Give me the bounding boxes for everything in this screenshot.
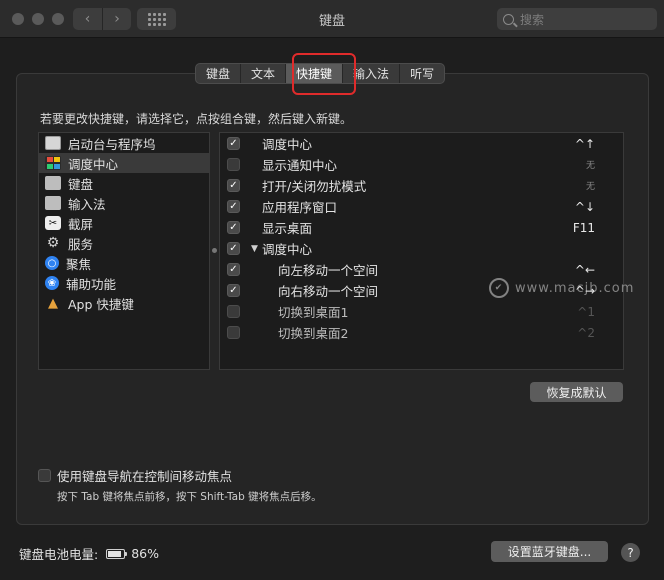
enable-checkbox[interactable]: ✓ [227, 179, 240, 192]
category-item-screenshots[interactable]: ✂ 截屏 [39, 213, 209, 233]
table-row[interactable]: 切换到桌面1 ^1 [220, 301, 623, 322]
table-row[interactable]: ✓ 显示桌面 F11 [220, 217, 623, 238]
enable-checkbox[interactable]: ✓ [227, 284, 240, 297]
input-method-icon [45, 196, 61, 210]
category-item-accessibility[interactable]: ❀ 辅助功能 [39, 273, 209, 293]
table-row[interactable]: ✓ 向左移动一个空间 ^← [220, 259, 623, 280]
mission-control-icon [45, 156, 61, 170]
tab-dictation[interactable]: 听写 [399, 64, 444, 83]
shortcut-label: 向右移动一个空间 [278, 284, 379, 299]
shortcut-key[interactable]: ^2 [577, 326, 595, 340]
category-list: 启动台与程序坞 调度中心 键盘 输入法 ✂ 截屏 ⚙ 服务 ○ 聚焦 ❀ 辅助功… [38, 132, 210, 370]
shortcut-label: 显示通知中心 [262, 158, 338, 173]
category-label: 辅助功能 [66, 276, 117, 292]
category-item-keyboard[interactable]: 键盘 [39, 173, 209, 193]
watermark: ✔ www.macjb.com [489, 278, 634, 298]
enable-checkbox[interactable]: ✓ [227, 200, 240, 213]
battery-label: 键盘电池电量: [19, 547, 99, 562]
category-item-launchpad[interactable]: 启动台与程序坞 [39, 133, 209, 153]
enable-checkbox[interactable]: ✓ [227, 263, 240, 276]
category-item-input-sources[interactable]: 输入法 [39, 193, 209, 213]
enable-checkbox[interactable]: ✓ [227, 221, 240, 234]
shortcut-label: 切换到桌面2 [278, 326, 349, 341]
category-label: 键盘 [68, 176, 94, 192]
spotlight-icon: ○ [45, 256, 59, 270]
search-placeholder: 搜索 [520, 12, 545, 27]
screenshot-icon: ✂ [45, 216, 61, 230]
enable-checkbox[interactable] [227, 326, 240, 339]
tab-text[interactable]: 文本 [240, 64, 285, 83]
shortcut-key[interactable]: ^← [575, 263, 595, 277]
enable-checkbox[interactable] [227, 305, 240, 318]
table-row[interactable]: ✓ 应用程序窗口 ^↓ [220, 196, 623, 217]
enable-checkbox[interactable]: ✓ [227, 137, 240, 150]
split-view-handle[interactable] [212, 248, 217, 253]
launchpad-icon [45, 136, 61, 150]
shortcut-key[interactable]: F11 [573, 221, 595, 235]
shortcut-key[interactable]: 无 [586, 158, 595, 171]
enable-checkbox[interactable] [227, 158, 240, 171]
category-label: App 快捷键 [68, 296, 134, 312]
accessibility-icon: ❀ [45, 276, 59, 290]
battery-value: 86% [131, 546, 160, 561]
category-item-services[interactable]: ⚙ 服务 [39, 233, 209, 253]
instruction-text: 若要更改快捷键，请选择它，点按组合键，然后键入新键。 [40, 112, 353, 126]
category-label: 启动台与程序坞 [68, 136, 156, 152]
category-label: 截屏 [68, 216, 94, 232]
keyboard-navigation-option[interactable]: 使用键盘导航在控制间移动焦点 [38, 466, 232, 485]
shortcut-key[interactable]: 无 [586, 179, 595, 192]
table-row[interactable]: ✓ 调度中心 ^↑ [220, 133, 623, 154]
app-shortcuts-icon: ▲ [48, 295, 58, 311]
shortcut-label: 切换到桌面1 [278, 305, 349, 320]
search-field[interactable]: 搜索 [497, 8, 657, 30]
shortcut-label: 打开/关闭勿扰模式 [262, 179, 367, 194]
battery-status: 键盘电池电量: 86% [19, 544, 159, 563]
category-label: 聚焦 [66, 256, 92, 272]
category-label: 调度中心 [68, 156, 119, 172]
watermark-text: www.macjb.com [515, 280, 635, 296]
help-button[interactable]: ? [621, 543, 640, 562]
highlight-annotation [292, 53, 356, 95]
table-row[interactable]: 切换到桌面2 ^2 [220, 322, 623, 343]
category-item-spotlight[interactable]: ○ 聚焦 [39, 253, 209, 273]
category-item-app-shortcuts[interactable]: ▲ App 快捷键 [39, 293, 209, 313]
tab-keyboard[interactable]: 键盘 [196, 64, 240, 83]
category-label: 服务 [68, 236, 94, 252]
table-row-group[interactable]: ✓ ▼ 调度中心 [220, 238, 623, 259]
table-row[interactable]: 显示通知中心 无 [220, 154, 623, 175]
search-icon [503, 13, 514, 25]
shortcut-label: 调度中心 [262, 242, 313, 257]
category-item-mission-control[interactable]: 调度中心 [39, 153, 209, 173]
shortcut-label: 应用程序窗口 [262, 200, 338, 215]
category-label: 输入法 [68, 196, 106, 212]
shortcut-key[interactable]: ^↑ [575, 137, 595, 151]
restore-defaults-button[interactable]: 恢复成默认 [530, 382, 623, 402]
shortcut-label: 向左移动一个空间 [278, 263, 379, 278]
gear-icon: ⚙ [46, 235, 60, 251]
battery-icon [106, 548, 128, 559]
keyboard-navigation-label: 使用键盘导航在控制间移动焦点 [57, 469, 233, 484]
table-row[interactable]: ✓ 打开/关闭勿扰模式 无 [220, 175, 623, 196]
shortcut-label: 显示桌面 [262, 221, 313, 236]
shortcut-table: ✓ 调度中心 ^↑ 显示通知中心 无 ✓ 打开/关闭勿扰模式 无 ✓ 应用程序窗… [219, 132, 624, 370]
shortcut-label: 调度中心 [262, 137, 313, 152]
setup-bluetooth-keyboard-button[interactable]: 设置蓝牙键盘... [491, 541, 608, 562]
enable-checkbox[interactable]: ✓ [227, 242, 240, 255]
keyboard-navigation-checkbox[interactable] [38, 469, 51, 482]
disclosure-triangle-icon[interactable]: ▼ [251, 244, 258, 254]
keyboard-icon [45, 176, 61, 190]
shortcut-key[interactable]: ^1 [577, 305, 595, 319]
title-bar: ‹ › 键盘 搜索 [0, 0, 664, 38]
keyboard-navigation-hint: 按下 Tab 键将焦点前移，按下 Shift-Tab 键将焦点后移。 [57, 491, 322, 503]
watermark-logo-icon: ✔ [489, 278, 509, 298]
shortcut-key[interactable]: ^↓ [575, 200, 595, 214]
